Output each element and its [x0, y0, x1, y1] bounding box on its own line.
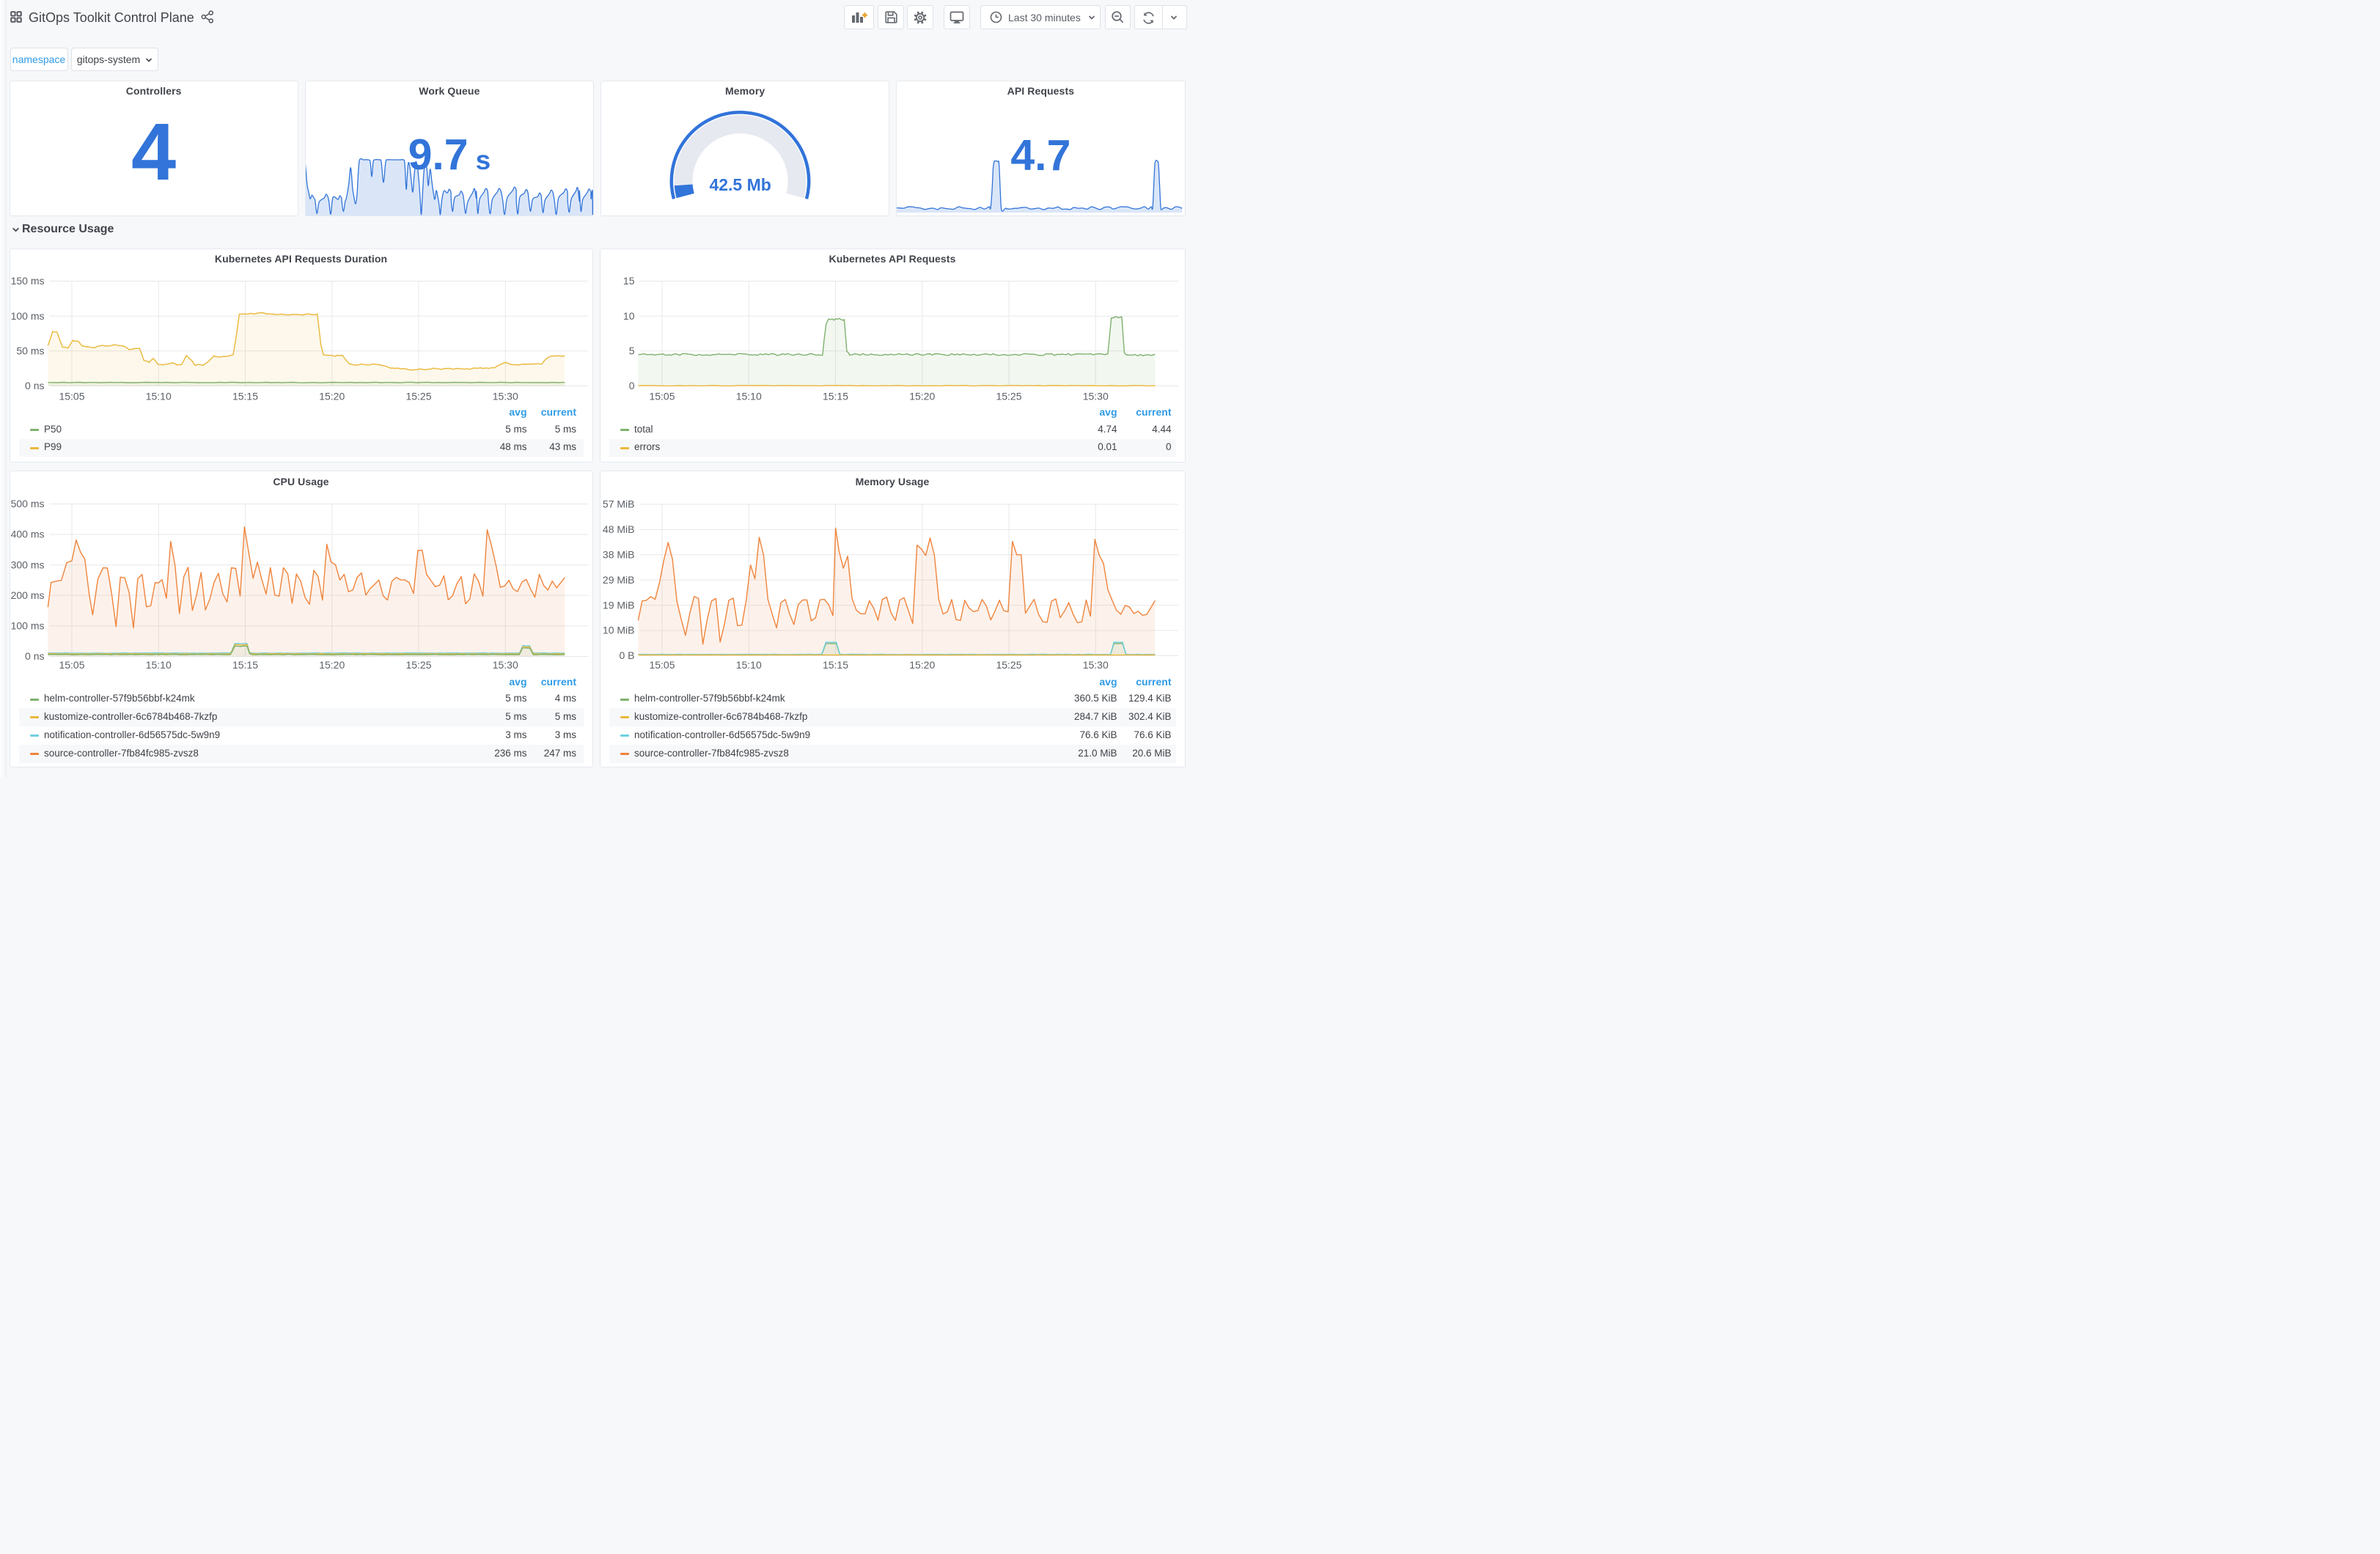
svg-text:15:05: 15:05 [59, 659, 84, 671]
svg-text:300 ms: 300 ms [10, 559, 44, 570]
svg-text:15:30: 15:30 [492, 390, 518, 402]
svg-text:15:20: 15:20 [319, 390, 345, 402]
svg-text:15:10: 15:10 [145, 659, 171, 671]
svg-text:0: 0 [628, 380, 634, 391]
svg-text:10 MiB: 10 MiB [602, 624, 634, 636]
svg-text:57 MiB: 57 MiB [602, 498, 634, 509]
svg-text:15:30: 15:30 [492, 659, 518, 671]
svg-text:100 ms: 100 ms [10, 309, 44, 321]
svg-text:0 ns: 0 ns [25, 380, 44, 391]
svg-text:19 MiB: 19 MiB [602, 599, 634, 611]
svg-text:15:25: 15:25 [405, 390, 431, 402]
svg-text:15:05: 15:05 [649, 390, 675, 402]
svg-text:15:05: 15:05 [59, 390, 84, 402]
svg-text:15:25: 15:25 [996, 659, 1021, 671]
svg-text:15:05: 15:05 [649, 659, 675, 671]
svg-text:0 B: 0 B [619, 649, 634, 661]
svg-text:15:25: 15:25 [405, 659, 431, 671]
svg-text:29 MiB: 29 MiB [602, 573, 634, 585]
svg-text:15: 15 [622, 275, 634, 287]
svg-text:150 ms: 150 ms [10, 275, 44, 287]
svg-text:15:30: 15:30 [1082, 390, 1108, 402]
svg-text:15:10: 15:10 [145, 390, 171, 402]
svg-text:0 ns: 0 ns [25, 650, 44, 662]
svg-text:48 MiB: 48 MiB [602, 523, 634, 535]
svg-text:15:30: 15:30 [1082, 659, 1108, 671]
svg-text:15:20: 15:20 [909, 659, 935, 671]
svg-text:10: 10 [622, 309, 634, 321]
svg-text:38 MiB: 38 MiB [602, 548, 634, 560]
svg-text:50 ms: 50 ms [16, 345, 44, 356]
svg-text:15:10: 15:10 [735, 390, 761, 402]
svg-text:15:20: 15:20 [319, 659, 345, 671]
svg-text:15:20: 15:20 [909, 390, 935, 402]
svg-text:15:15: 15:15 [232, 390, 257, 402]
svg-text:15:15: 15:15 [232, 659, 257, 671]
svg-text:15:15: 15:15 [822, 659, 848, 671]
svg-text:15:15: 15:15 [822, 390, 848, 402]
svg-text:15:25: 15:25 [996, 390, 1021, 402]
svg-text:100 ms: 100 ms [10, 619, 44, 631]
svg-text:5: 5 [628, 345, 634, 356]
svg-text:400 ms: 400 ms [10, 528, 44, 540]
svg-text:500 ms: 500 ms [10, 498, 44, 509]
svg-text:15:10: 15:10 [735, 659, 761, 671]
svg-text:200 ms: 200 ms [10, 589, 44, 600]
